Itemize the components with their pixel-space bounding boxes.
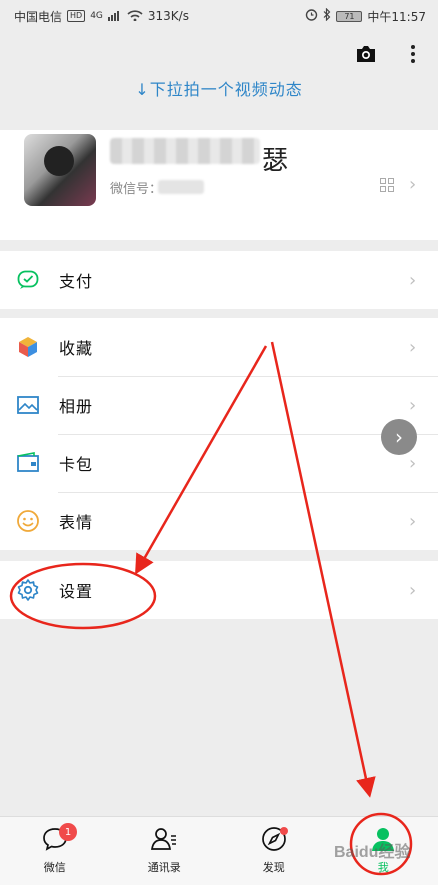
chevron-right-icon: ›	[409, 579, 417, 601]
status-bar: 中国电信 HD 4G 313K/s 71 中午11:57	[0, 0, 438, 32]
tab-contacts[interactable]: 通讯录	[110, 817, 220, 885]
hd-badge: HD	[67, 10, 86, 22]
tab-chats[interactable]: 微信	[0, 817, 110, 885]
status-left: 中国电信 HD 4G 313K/s	[14, 8, 189, 25]
camera-icon	[357, 46, 375, 62]
chevron-right-icon: ›	[409, 394, 417, 416]
baidu-watermark: Baidu经验	[334, 844, 411, 861]
pay-icon	[16, 268, 40, 292]
more-vertical-icon	[411, 45, 415, 49]
smiley-icon	[16, 509, 40, 533]
menu-label-pay: 支付	[59, 272, 94, 291]
more-button[interactable]	[404, 42, 422, 66]
menu-item-cards[interactable]: 卡包 ›	[0, 434, 438, 492]
contacts-person-icon	[150, 825, 178, 853]
menu-item-settings[interactable]: 设置 ›	[0, 561, 438, 619]
chevron-right-icon: ›	[409, 269, 417, 291]
chevron-right-icon: ›	[409, 174, 417, 195]
album-image-icon	[16, 393, 40, 417]
tab-label-discover: 发现	[262, 861, 285, 874]
wechat-id-blurred	[158, 180, 204, 194]
nickname-suffix: 瑟	[262, 146, 289, 176]
network-type: 4G	[90, 11, 103, 21]
menu-label-album: 相册	[59, 397, 94, 416]
menu-section-collections: 收藏 › 相册 › 卡包 › 表情 ›	[0, 318, 438, 550]
signal-icon	[107, 9, 122, 24]
wechat-id-label: 微信号：	[110, 182, 163, 197]
chevron-right-icon: ›	[409, 452, 417, 474]
clock: 中午11:57	[367, 9, 426, 24]
menu-item-album[interactable]: 相册 ›	[0, 376, 438, 434]
menu-label-stickers: 表情	[59, 513, 94, 532]
tab-label-chats: 微信	[43, 861, 66, 874]
alarm-icon	[305, 8, 318, 24]
network-speed: 313K/s	[147, 9, 189, 23]
menu-label-settings: 设置	[59, 582, 94, 601]
menu-label-cards: 卡包	[59, 455, 94, 474]
status-right: 71 中午11:57	[305, 7, 426, 25]
camera-button[interactable]	[354, 44, 378, 64]
tab-discover[interactable]: 发现	[219, 817, 329, 885]
carrier-name: 中国电信	[14, 9, 63, 24]
discover-red-dot	[280, 827, 288, 835]
menu-item-pay[interactable]: 支付 ›	[0, 251, 438, 309]
bluetooth-icon	[323, 7, 331, 24]
pull-down-video-hint[interactable]: ↓下拉拍一个视频动态	[0, 76, 438, 100]
chevron-right-icon: ›	[395, 425, 403, 449]
floating-arrow-button[interactable]: ›	[381, 419, 417, 455]
profile-card[interactable]: 瑟 微信号： ›	[0, 130, 438, 240]
menu-item-stickers[interactable]: 表情 ›	[0, 492, 438, 550]
chevron-right-icon: ›	[409, 510, 417, 532]
battery-level: 71	[336, 10, 363, 22]
tab-label-contacts: 通讯录	[147, 861, 181, 874]
unread-count-badge: 1	[59, 823, 77, 841]
card-wallet-icon	[16, 451, 40, 475]
chevron-right-icon: ›	[409, 336, 417, 358]
favorites-cube-icon	[16, 335, 40, 359]
gear-icon	[16, 578, 40, 602]
menu-label-favorites: 收藏	[59, 339, 94, 358]
wifi-icon	[127, 9, 143, 24]
qr-code-icon[interactable]	[380, 178, 394, 192]
menu-section-settings: 设置 ›	[0, 561, 438, 619]
menu-section-pay: 支付 ›	[0, 251, 438, 309]
avatar[interactable]	[24, 134, 96, 206]
menu-item-favorites[interactable]: 收藏 ›	[0, 318, 438, 376]
nickname-blurred	[110, 138, 260, 164]
